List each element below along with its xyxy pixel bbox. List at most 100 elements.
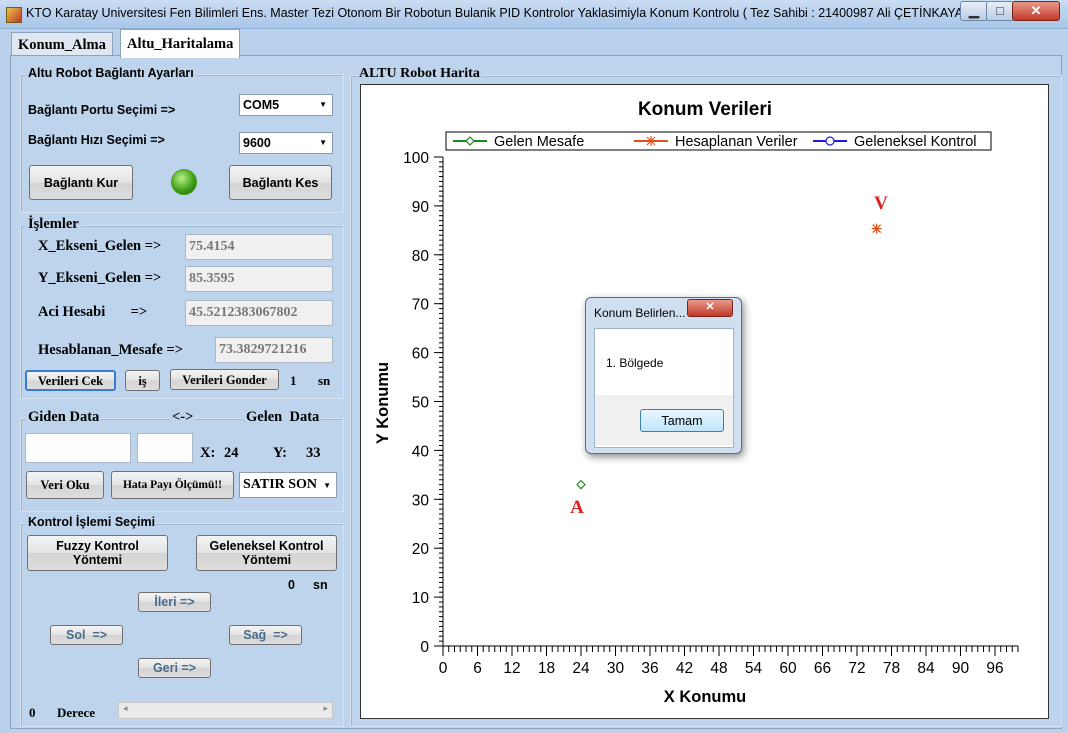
right-button[interactable]: Sağ => (229, 625, 302, 645)
legend-marker-2 (825, 136, 835, 146)
x-axis-label: X_Ekseni_Gelen => (38, 238, 162, 254)
y-tick-label: 60 (412, 346, 430, 363)
control-time-value: 0 (288, 578, 295, 592)
x-tick-label: 60 (779, 660, 797, 677)
x-tick-label: 66 (814, 660, 831, 677)
y-tick-label: 100 (403, 150, 429, 167)
y-tick-label: 70 (412, 297, 430, 314)
x-tick-label: 72 (848, 660, 865, 677)
speed-label: Bağlantı Hızı Seçimi => (28, 133, 165, 147)
fuzzy-control-button[interactable]: Fuzzy Kontrol Yöntemi (27, 535, 168, 571)
legend-marker-1 (646, 136, 656, 146)
chart-title: Konum Verileri (638, 99, 772, 120)
x-tick-label: 42 (676, 660, 693, 677)
degree-value: 0 (29, 705, 36, 720)
fetch-data-button[interactable]: Verileri Cek (25, 370, 116, 391)
legend-label-0: Gelen Mesafe (494, 134, 584, 150)
window-titlebar[interactable]: KTO Karatay Universitesi Fen Bilimleri E… (0, 0, 1068, 29)
incoming-data-label: Gelen Data (244, 409, 322, 426)
classic-control-button[interactable]: Geleneksel Kontrol Yöntemi (196, 535, 337, 571)
outgoing-data-small-input[interactable] (137, 433, 193, 463)
control-group-title: Kontrol İşlemi Seçimi (26, 515, 158, 529)
chevron-down-icon: ▼ (319, 138, 327, 147)
x-tick-label: 12 (503, 660, 520, 677)
port-label: Bağlantı Portu Seçimi => (28, 103, 176, 117)
x-prefix: X: (200, 445, 216, 461)
close-button[interactable]: ✕ (1012, 1, 1060, 21)
y-axis-label: Y_Ekseni_Gelen => (38, 270, 162, 286)
y-tick-label: 50 (412, 395, 430, 412)
y-tick-label: 0 (420, 639, 429, 656)
chevron-down-icon: ▼ (319, 100, 327, 109)
x-tick-label: 0 (439, 660, 448, 677)
angle-field[interactable]: 45.5212383067802 (185, 300, 333, 326)
y-tick-label: 80 (412, 248, 430, 265)
connect-button[interactable]: Bağlantı Kur (29, 165, 133, 200)
interval-value: 1 (290, 373, 297, 388)
y-tick-label: 40 (412, 443, 430, 460)
point-label-v: V (874, 193, 888, 214)
speed-select[interactable]: 9600 ▼ (239, 132, 333, 154)
x-tick-label: 84 (917, 660, 935, 677)
chevron-down-icon: ▼ (323, 481, 331, 490)
disconnect-button[interactable]: Bağlantı Kes (229, 165, 332, 200)
dialog-title: Konum Belirlen... (594, 306, 686, 320)
x-tick-label: 48 (710, 660, 727, 677)
read-data-button[interactable]: Veri Oku (26, 471, 104, 499)
dialog-ok-button[interactable]: Tamam (640, 409, 724, 432)
x-axis-title: X Konumu (664, 688, 747, 706)
angle-label: Aci Hesabi => (38, 304, 148, 320)
data-point-series-0 (576, 479, 586, 490)
connection-group-title: Altu Robot Bağlantı Ayarları (26, 66, 196, 80)
x-tick-label: 30 (607, 660, 625, 677)
line-end-select-value: SATIR SON (243, 477, 318, 492)
legend-label-2: Geleneksel Kontrol (854, 134, 977, 150)
scroll-right-arrow-icon[interactable]: ▸ (323, 703, 328, 714)
back-button[interactable]: Geri => (138, 658, 211, 678)
tab-altu-haritalama[interactable]: Altu_Haritalama (120, 29, 241, 58)
location-dialog: Konum Belirlen... ✕ 1. Bölgede Tamam (585, 297, 742, 454)
control-time-unit: sn (313, 578, 328, 592)
port-select[interactable]: COM5 ▼ (239, 94, 333, 116)
outgoing-data-label: Giden Data (26, 409, 102, 426)
send-data-button[interactable]: Verileri Gonder (170, 369, 279, 390)
y-axis-title: Y Konumu (374, 362, 392, 444)
app-icon (6, 7, 22, 23)
y-tick-label: 10 (412, 590, 430, 607)
incoming-x-value: 24 (224, 445, 239, 461)
incoming-y-value: 33 (306, 445, 321, 461)
forward-button[interactable]: İleri => (138, 592, 211, 612)
scroll-left-arrow-icon[interactable]: ◂ (123, 703, 128, 714)
y-tick-label: 20 (412, 541, 430, 558)
maximize-button[interactable]: □ (986, 1, 1014, 21)
distance-label: Hesablanan_Mesafe => (38, 342, 184, 358)
distance-field[interactable]: 73.3829721216 (215, 337, 333, 363)
degree-label: Derece (57, 705, 96, 720)
data-point-series-1 (871, 223, 882, 234)
line-end-select[interactable]: SATIR SON ▼ (239, 472, 337, 498)
x-tick-label: 24 (572, 660, 590, 677)
y-tick-label: 90 (412, 199, 430, 216)
x-tick-label: 18 (538, 660, 555, 677)
legend-label-1: Hesaplanan Veriler (675, 134, 798, 150)
is-button[interactable]: iş (125, 370, 160, 391)
degree-scrollbar[interactable]: ◂ ▸ (118, 702, 333, 719)
speed-select-value: 9600 (243, 136, 271, 150)
left-button[interactable]: Sol => (50, 625, 123, 645)
map-group-title: ALTU Robot Harita (357, 66, 482, 82)
outgoing-data-input[interactable] (25, 433, 131, 463)
connection-status-led (171, 169, 197, 195)
error-margin-button[interactable]: Hata Payı Ölçümü!! (111, 471, 234, 499)
minimize-button[interactable]: ▁ (960, 1, 988, 21)
point-label-a: A (570, 497, 584, 518)
operations-group-title: İşlemler (26, 216, 81, 233)
y-axis-field[interactable]: 85.3595 (185, 266, 333, 292)
x-tick-label: 78 (883, 660, 900, 677)
interval-unit: sn (318, 373, 331, 388)
dialog-close-button[interactable]: ✕ (687, 299, 733, 317)
x-tick-label: 54 (745, 660, 763, 677)
x-tick-label: 96 (986, 660, 1003, 677)
tab-konum-alma[interactable]: Konum_Alma (11, 32, 113, 57)
x-axis-field[interactable]: 75.4154 (185, 234, 333, 260)
x-tick-label: 6 (473, 660, 482, 677)
